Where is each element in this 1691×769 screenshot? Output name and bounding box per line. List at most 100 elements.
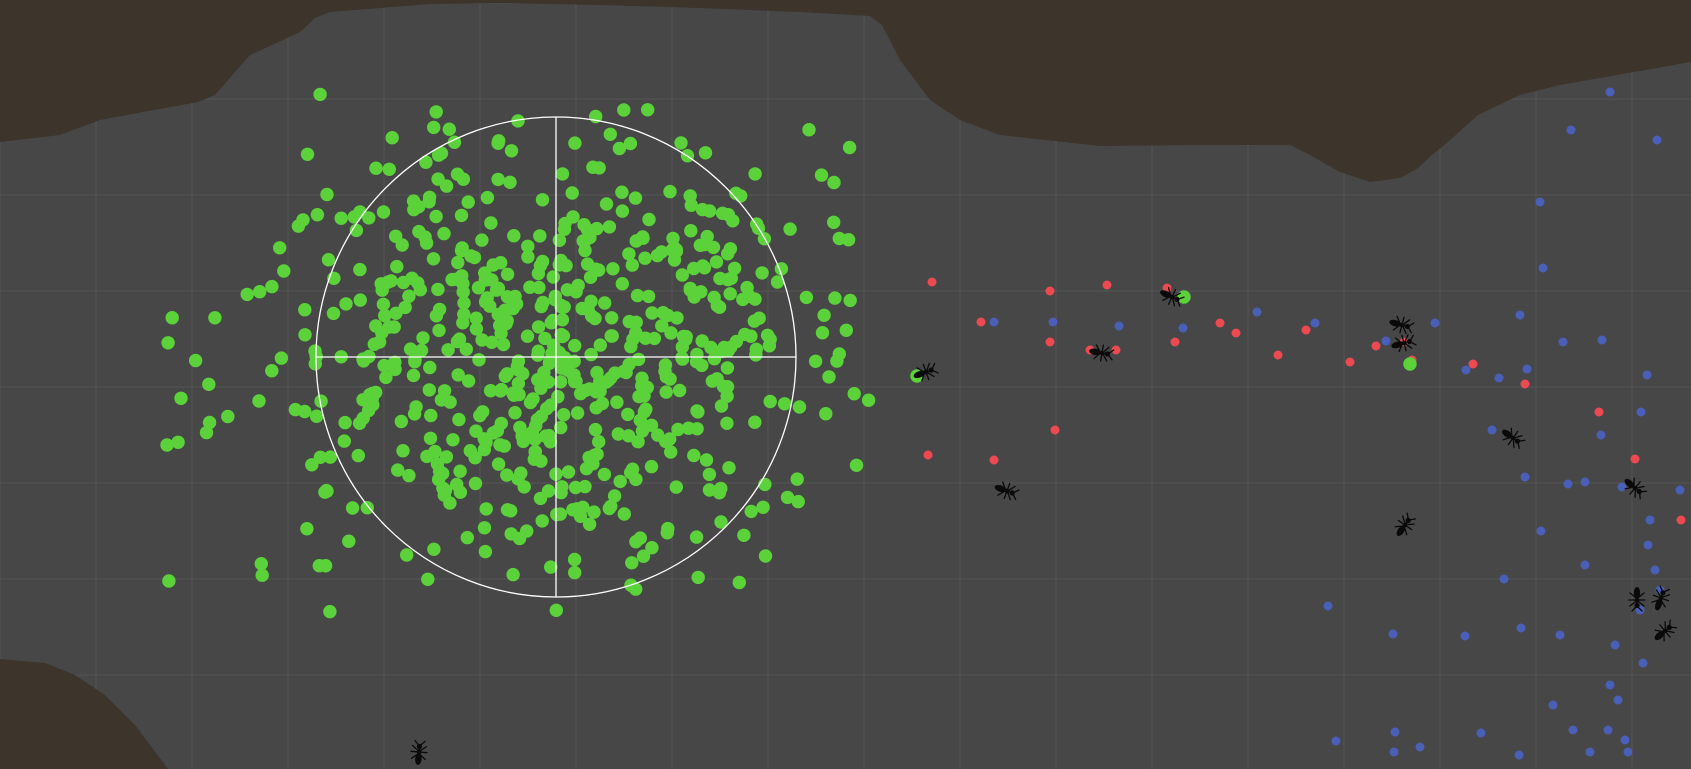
food-pellet-icon[interactable]	[740, 280, 754, 295]
food-pellet-icon[interactable]	[577, 218, 591, 232]
food-pellet-icon[interactable]	[706, 240, 721, 255]
food-pellet-icon[interactable]	[732, 575, 746, 590]
food-pellet-icon[interactable]	[450, 334, 465, 349]
food-pellet-icon[interactable]	[533, 229, 547, 243]
food-pellet-icon[interactable]	[715, 206, 730, 220]
food-pellet-icon[interactable]	[365, 386, 379, 401]
food-pellet-icon[interactable]	[568, 338, 582, 353]
food-pellet-icon[interactable]	[313, 87, 327, 102]
food-pellet-icon[interactable]	[541, 484, 556, 498]
food-pellet-icon[interactable]	[389, 306, 403, 320]
food-pellet-icon[interactable]	[165, 311, 179, 325]
food-pellet-icon[interactable]	[360, 501, 374, 515]
food-pellet-icon[interactable]	[507, 388, 521, 402]
food-pellet-icon[interactable]	[567, 552, 582, 567]
food-pellet-icon[interactable]	[339, 297, 353, 311]
food-pellet-icon[interactable]	[353, 262, 367, 277]
food-pellet-icon[interactable]	[413, 283, 427, 297]
food-pellet-icon[interactable]	[638, 251, 652, 265]
food-pellet-icon[interactable]	[337, 434, 351, 448]
food-pellet-icon[interactable]	[861, 393, 876, 407]
food-pellet-icon[interactable]	[799, 290, 814, 305]
food-pellet-icon[interactable]	[699, 453, 714, 467]
food-pellet-icon[interactable]	[702, 204, 717, 218]
food-pellet-icon[interactable]	[827, 215, 841, 229]
food-pellet-icon[interactable]	[843, 293, 857, 308]
food-pellet-icon[interactable]	[617, 364, 631, 379]
food-pellet-icon[interactable]	[698, 146, 713, 160]
food-pellet-icon[interactable]	[849, 458, 864, 472]
food-pellet-icon[interactable]	[674, 136, 688, 150]
food-pellet-icon[interactable]	[717, 340, 731, 355]
food-pellet-icon[interactable]	[549, 603, 563, 617]
food-pellet-icon[interactable]	[450, 477, 464, 492]
food-pellet-icon[interactable]	[555, 167, 570, 181]
food-pellet-icon[interactable]	[472, 353, 486, 367]
food-pellet-icon[interactable]	[590, 447, 604, 461]
food-pellet-icon[interactable]	[202, 415, 217, 430]
food-pellet-icon[interactable]	[347, 210, 361, 224]
food-pellet-icon[interactable]	[476, 405, 490, 419]
food-pellet-icon[interactable]	[707, 352, 722, 366]
food-pellet-icon[interactable]	[491, 172, 505, 187]
food-pellet-icon[interactable]	[763, 332, 777, 347]
food-pellet-icon[interactable]	[752, 311, 766, 325]
food-pellet-icon[interactable]	[479, 502, 493, 516]
food-pellet-icon[interactable]	[538, 429, 553, 443]
food-pellet-icon[interactable]	[720, 416, 734, 430]
food-pellet-icon[interactable]	[605, 311, 619, 325]
food-pellet-icon[interactable]	[265, 279, 279, 294]
food-pellet-icon[interactable]	[406, 368, 421, 383]
food-pellet-icon[interactable]	[748, 167, 762, 181]
food-pellet-icon[interactable]	[622, 314, 636, 329]
food-pellet-icon[interactable]	[644, 459, 659, 474]
simulation-scene[interactable]	[0, 0, 1691, 769]
food-pellet-icon[interactable]	[471, 281, 486, 295]
food-pellet-icon[interactable]	[255, 568, 269, 582]
food-pellet-icon[interactable]	[369, 161, 383, 175]
food-pellet-icon[interactable]	[396, 444, 410, 458]
food-pellet-icon[interactable]	[511, 363, 525, 377]
food-pellet-icon[interactable]	[416, 331, 430, 345]
food-pellet-icon[interactable]	[669, 480, 683, 494]
food-pellet-icon[interactable]	[621, 407, 635, 422]
food-pellet-icon[interactable]	[431, 282, 445, 297]
food-pellet-icon[interactable]	[486, 258, 500, 272]
food-pellet-icon[interactable]	[548, 292, 562, 307]
food-pellet-icon[interactable]	[452, 412, 466, 427]
food-pellet-icon[interactable]	[310, 208, 325, 222]
food-pellet-icon[interactable]	[709, 255, 724, 269]
food-pellet-icon[interactable]	[606, 262, 620, 276]
food-pellet-icon[interactable]	[338, 415, 352, 430]
food-pellet-icon[interactable]	[661, 521, 675, 536]
food-pellet-icon[interactable]	[723, 242, 738, 256]
food-pellet-icon[interactable]	[690, 422, 704, 436]
food-pellet-icon[interactable]	[555, 480, 569, 494]
food-pellet-icon[interactable]	[714, 399, 729, 413]
food-pellet-icon[interactable]	[406, 194, 421, 208]
food-pellet-icon[interactable]	[443, 395, 457, 409]
food-pellet-icon[interactable]	[570, 406, 585, 420]
food-pellet-icon[interactable]	[615, 277, 629, 291]
food-pellet-icon[interactable]	[695, 334, 709, 348]
food-pellet-icon[interactable]	[379, 370, 393, 385]
food-pellet-icon[interactable]	[202, 377, 216, 391]
food-pellet-icon[interactable]	[605, 329, 619, 343]
food-pellet-icon[interactable]	[641, 289, 656, 304]
food-pellet-icon[interactable]	[475, 233, 489, 247]
food-pellet-icon[interactable]	[664, 445, 678, 459]
food-pellet-icon[interactable]	[744, 329, 758, 343]
food-pellet-icon[interactable]	[298, 328, 312, 342]
food-pellet-icon[interactable]	[208, 311, 222, 325]
food-pellet-icon[interactable]	[531, 320, 546, 334]
food-pellet-icon[interactable]	[689, 530, 704, 544]
food-pellet-icon[interactable]	[514, 466, 528, 480]
food-pellet-icon[interactable]	[722, 461, 736, 475]
food-pellet-icon[interactable]	[480, 190, 495, 205]
food-pellet-icon[interactable]	[613, 474, 627, 489]
food-pellet-icon[interactable]	[432, 302, 447, 317]
food-pellet-icon[interactable]	[453, 464, 467, 478]
food-pellet-icon[interactable]	[659, 385, 673, 399]
food-pellet-icon[interactable]	[556, 329, 571, 343]
food-pellet-icon[interactable]	[461, 374, 476, 388]
